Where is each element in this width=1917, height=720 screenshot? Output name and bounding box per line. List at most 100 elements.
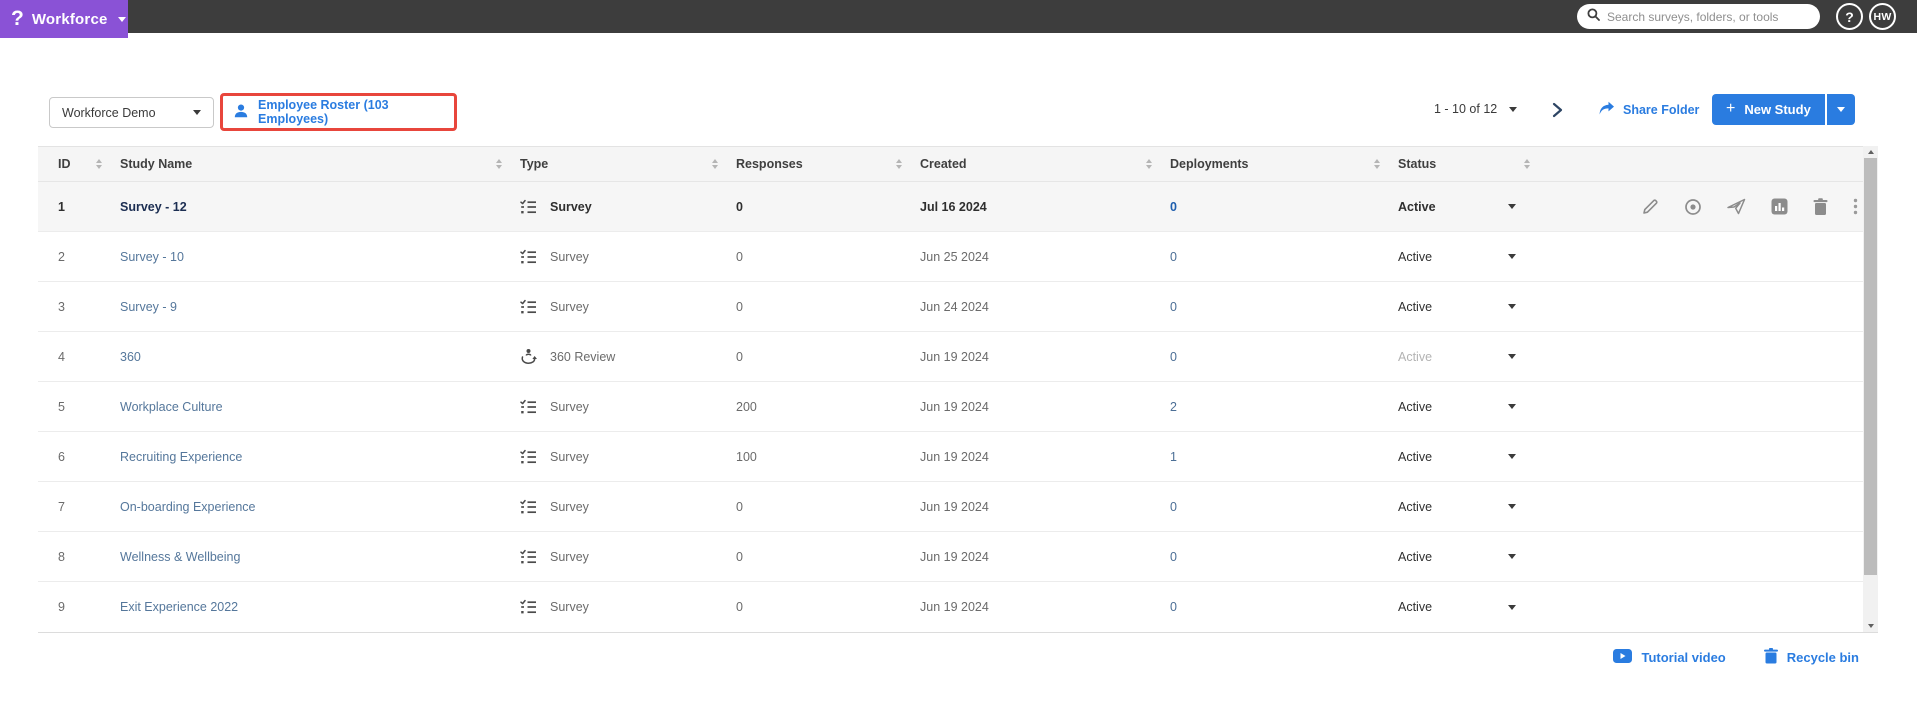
avatar[interactable]: HW	[1869, 3, 1896, 30]
study-name-link[interactable]: 360	[120, 350, 141, 364]
tutorial-video-link[interactable]: Tutorial video	[1613, 649, 1726, 666]
search-input[interactable]	[1607, 9, 1810, 24]
employee-roster-link[interactable]: Employee Roster (103 Employees)	[233, 98, 444, 126]
new-study-button[interactable]: + New Study	[1712, 94, 1825, 125]
chevron-down-icon	[1508, 354, 1516, 359]
survey-list-icon	[520, 549, 537, 565]
study-name-link[interactable]: Survey - 9	[120, 300, 177, 314]
study-name-link[interactable]: Wellness & Wellbeing	[120, 550, 240, 564]
status-dropdown[interactable]: Active	[1398, 350, 1548, 364]
folder-select[interactable]: Workforce Demo	[49, 97, 214, 128]
chevron-down-icon	[193, 110, 201, 115]
sort-icon	[96, 159, 102, 169]
created-value: Jun 19 2024	[920, 399, 989, 414]
recycle-bin-link[interactable]: Recycle bin	[1763, 648, 1859, 667]
survey-list-icon	[520, 449, 537, 465]
product-name: Workforce	[31, 10, 108, 28]
column-header-type[interactable]: Type	[520, 147, 736, 181]
column-header-responses[interactable]: Responses	[736, 147, 920, 181]
responses-value: 200	[736, 399, 757, 414]
delete-trash-icon[interactable]	[1813, 198, 1828, 215]
created-value: Jun 24 2024	[920, 299, 989, 314]
status-label: Active	[1398, 499, 1433, 514]
column-header-created[interactable]: Created	[920, 147, 1170, 181]
row-id: 5	[58, 399, 65, 414]
status-dropdown[interactable]: Active	[1398, 250, 1548, 264]
status-label: Active	[1398, 600, 1433, 614]
chevron-down-icon	[1509, 106, 1518, 112]
chevron-down-icon	[1508, 504, 1516, 509]
annotation-highlight-box: Employee Roster (103 Employees)	[220, 93, 457, 131]
row-id: 3	[58, 299, 65, 314]
column-header-deployments[interactable]: Deployments	[1170, 147, 1398, 181]
type-label: Survey	[550, 299, 589, 314]
column-header-id[interactable]: ID	[58, 147, 120, 181]
deployments-link[interactable]: 0	[1170, 300, 1177, 314]
status-label: Active	[1398, 349, 1433, 364]
column-header-status[interactable]: Status	[1398, 147, 1548, 181]
created-value: Jun 25 2024	[920, 249, 989, 264]
column-header-study-name[interactable]: Study Name	[120, 147, 520, 181]
survey-list-icon	[520, 199, 537, 215]
study-name-link[interactable]: On-boarding Experience	[120, 500, 256, 514]
survey-list-icon	[520, 499, 537, 515]
deployments-link[interactable]: 0	[1170, 350, 1177, 364]
product-menu[interactable]: ? Workforce	[0, 0, 128, 38]
status-dropdown[interactable]: Active	[1398, 450, 1548, 464]
scrollbar-thumb[interactable]	[1864, 158, 1877, 575]
next-page-button[interactable]	[1548, 101, 1566, 119]
type-label: 360 Review	[550, 349, 616, 364]
deployments-link[interactable]: 0	[1170, 250, 1177, 264]
status-dropdown[interactable]: Active	[1398, 500, 1548, 514]
study-name-link[interactable]: Recruiting Experience	[120, 450, 242, 464]
send-icon[interactable]	[1727, 198, 1746, 215]
status-label: Active	[1398, 249, 1433, 264]
type-label: Survey	[550, 449, 589, 464]
help-label: ?	[1845, 8, 1854, 25]
top-bar: ? HW	[0, 0, 1917, 33]
status-dropdown[interactable]: Active	[1398, 400, 1548, 414]
deployments-link[interactable]: 2	[1170, 400, 1177, 414]
responses-value: 0	[736, 199, 743, 214]
type-label: Survey	[550, 399, 589, 414]
survey-list-icon	[520, 399, 537, 415]
survey-list-icon	[520, 299, 537, 315]
status-dropdown[interactable]: Active	[1398, 200, 1548, 214]
share-icon	[1598, 101, 1615, 119]
row-id: 8	[58, 549, 65, 564]
sort-icon	[1374, 159, 1380, 169]
status-dropdown[interactable]: Active	[1398, 550, 1548, 564]
deployments-link[interactable]: 1	[1170, 450, 1177, 464]
responses-value: 0	[736, 549, 743, 564]
scroll-up-arrow-icon[interactable]	[1863, 146, 1878, 158]
pagination-dropdown[interactable]: 1 - 10 of 12	[1434, 102, 1518, 116]
share-folder-button[interactable]: Share Folder	[1598, 101, 1699, 119]
new-study-dropdown-button[interactable]	[1826, 94, 1855, 125]
study-name-link[interactable]: Workplace Culture	[120, 400, 223, 414]
edit-pencil-icon[interactable]	[1642, 198, 1659, 215]
deployments-link[interactable]: 0	[1170, 550, 1177, 564]
type-label: Survey	[550, 499, 589, 514]
deployments-link[interactable]: 0	[1170, 600, 1177, 614]
more-kebab-icon[interactable]	[1853, 198, 1858, 215]
brand-logo-icon: ?	[11, 6, 24, 30]
study-name-link[interactable]: Survey - 10	[120, 250, 184, 264]
help-button[interactable]: ?	[1836, 3, 1863, 30]
studies-table: ID Study Name Type Responses Created Dep…	[38, 146, 1878, 633]
status-dropdown[interactable]: Active	[1398, 600, 1548, 614]
vertical-scrollbar	[1863, 146, 1878, 632]
preview-eye-icon[interactable]	[1684, 198, 1702, 216]
deployments-link[interactable]: 0	[1170, 200, 1177, 214]
status-dropdown[interactable]: Active	[1398, 300, 1548, 314]
reports-chart-icon[interactable]	[1771, 198, 1788, 215]
table-body: 1 Survey - 12 Survey 0 Jul 16 2024 0 Act…	[38, 182, 1878, 632]
created-value: Jul 16 2024	[920, 199, 987, 214]
status-label: Active	[1398, 399, 1433, 414]
study-name-link[interactable]: Survey - 12	[120, 200, 187, 214]
scroll-down-arrow-icon[interactable]	[1863, 620, 1878, 632]
table-row: 5 Workplace Culture Survey 200 Jun 19 20…	[38, 382, 1878, 432]
chevron-right-icon	[1552, 102, 1563, 118]
row-id: 4	[58, 349, 65, 364]
deployments-link[interactable]: 0	[1170, 500, 1177, 514]
study-name-link[interactable]: Exit Experience 2022	[120, 600, 238, 614]
